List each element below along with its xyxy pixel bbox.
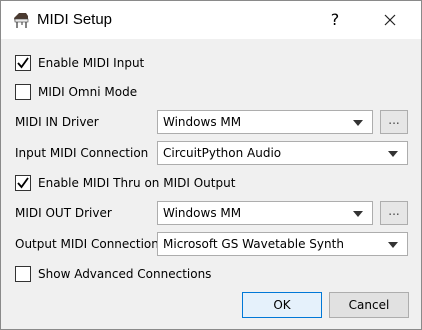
output-midi-connection-select[interactable]: Microsoft GS Wavetable Synth <box>157 232 408 256</box>
input-midi-connection-value: CircuitPython Audio <box>163 146 282 160</box>
midi-omni-mode-label: MIDI Omni Mode <box>38 85 138 99</box>
show-advanced-connections-label: Show Advanced Connections <box>38 267 212 281</box>
midi-in-driver-browse-button[interactable]: ... <box>380 110 408 134</box>
cancel-button-label: Cancel <box>348 298 390 312</box>
midi-in-driver-select[interactable]: Windows MM <box>157 110 373 134</box>
chevron-down-icon <box>388 242 398 248</box>
midi-out-driver-browse-button[interactable]: ... <box>380 201 408 225</box>
input-midi-connection-select[interactable]: CircuitPython Audio <box>157 141 408 165</box>
chevron-down-icon <box>353 211 363 217</box>
ok-button-label: OK <box>273 298 291 312</box>
midi-in-driver-label: MIDI IN Driver <box>15 115 99 129</box>
output-midi-connection-label: Output MIDI Connection <box>15 237 159 251</box>
enable-midi-input-label: Enable MIDI Input <box>38 56 145 70</box>
title-bar: MIDI Setup ? <box>1 1 421 39</box>
chevron-down-icon <box>388 151 398 157</box>
midi-out-driver-label: MIDI OUT Driver <box>15 206 112 220</box>
output-midi-connection-value: Microsoft GS Wavetable Synth <box>163 237 344 251</box>
help-icon: ? <box>330 10 340 29</box>
chevron-down-icon <box>353 120 363 126</box>
checkmark-icon <box>17 177 29 189</box>
enable-midi-thru-label: Enable MIDI Thru on MIDI Output <box>38 176 236 190</box>
midi-out-driver-select[interactable]: Windows MM <box>157 201 373 225</box>
midi-omni-mode-checkbox[interactable] <box>15 84 31 100</box>
window-title: MIDI Setup <box>37 11 113 28</box>
input-midi-connection-label: Input MIDI Connection <box>15 146 149 160</box>
enable-midi-thru-checkbox[interactable] <box>15 175 31 191</box>
show-advanced-connections-checkbox[interactable] <box>15 266 31 282</box>
cancel-button[interactable]: Cancel <box>329 292 409 318</box>
midi-in-browse-label: ... <box>388 113 400 127</box>
piano-icon <box>11 10 31 30</box>
checkmark-icon <box>17 57 29 69</box>
close-icon <box>384 14 396 26</box>
enable-midi-input-checkbox[interactable] <box>15 55 31 71</box>
midi-in-driver-value: Windows MM <box>163 115 242 129</box>
ok-button[interactable]: OK <box>242 292 322 318</box>
midi-out-driver-value: Windows MM <box>163 206 242 220</box>
midi-setup-dialog: MIDI Setup ? Enable MIDI Input MIDI Omni… <box>0 0 422 330</box>
close-button[interactable] <box>375 9 405 31</box>
help-button[interactable]: ? <box>322 9 348 31</box>
midi-out-browse-label: ... <box>388 204 400 218</box>
